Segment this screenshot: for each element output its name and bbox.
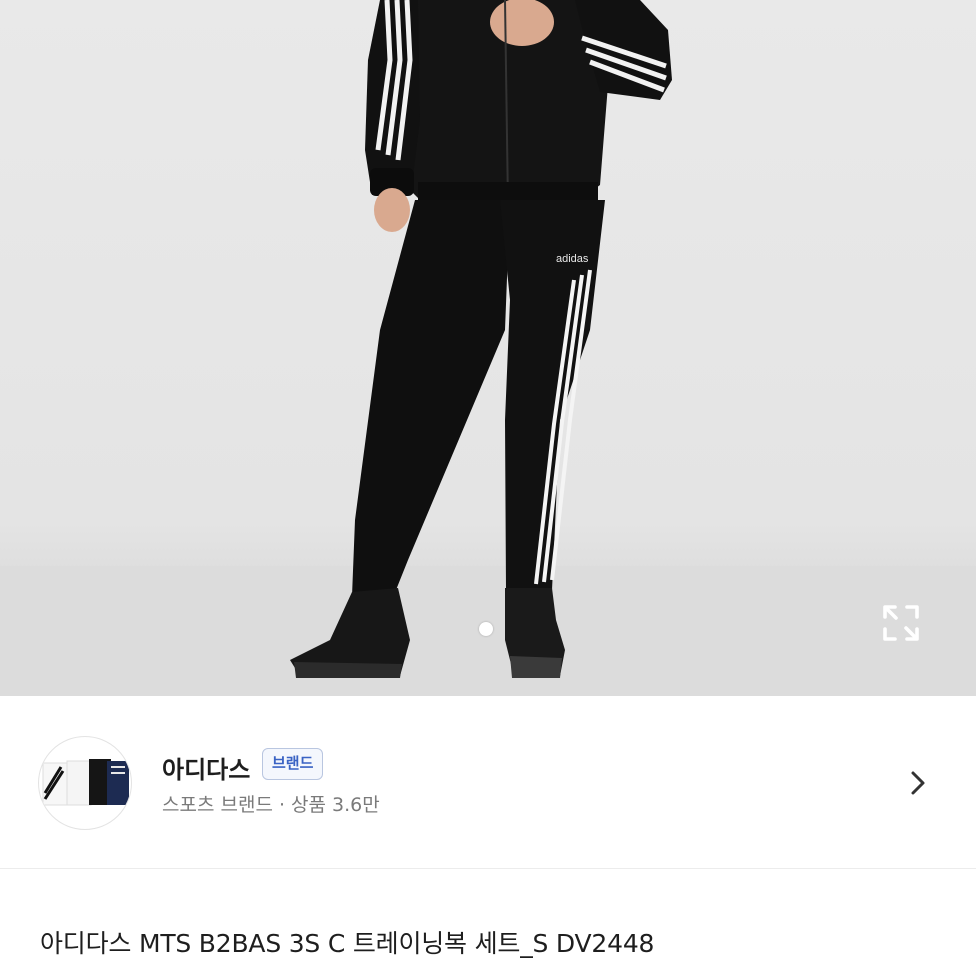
brand-badge: 브랜드 (262, 748, 324, 780)
garment-logo: adidas (556, 253, 589, 265)
section-divider (0, 868, 976, 869)
brand-store-link[interactable]: 아디다스 브랜드 스포츠 브랜드 · 상품 3.6만 (0, 712, 976, 856)
product-photo: adidas (0, 0, 976, 696)
product-title: 아디다스 MTS B2BAS 3S C 트레이닝복 세트_S DV2448 (40, 929, 655, 958)
brand-meta: 스포츠 브랜드 · 상품 3.6만 (162, 794, 380, 816)
brand-avatar (38, 736, 132, 830)
chevron-right-icon[interactable] (906, 770, 930, 796)
expand-arrows-icon[interactable] (878, 600, 924, 646)
carousel-page-indicator[interactable] (479, 622, 493, 636)
brand-name: 아디다스 (162, 756, 251, 784)
product-image-carousel[interactable]: adidas (0, 0, 976, 696)
